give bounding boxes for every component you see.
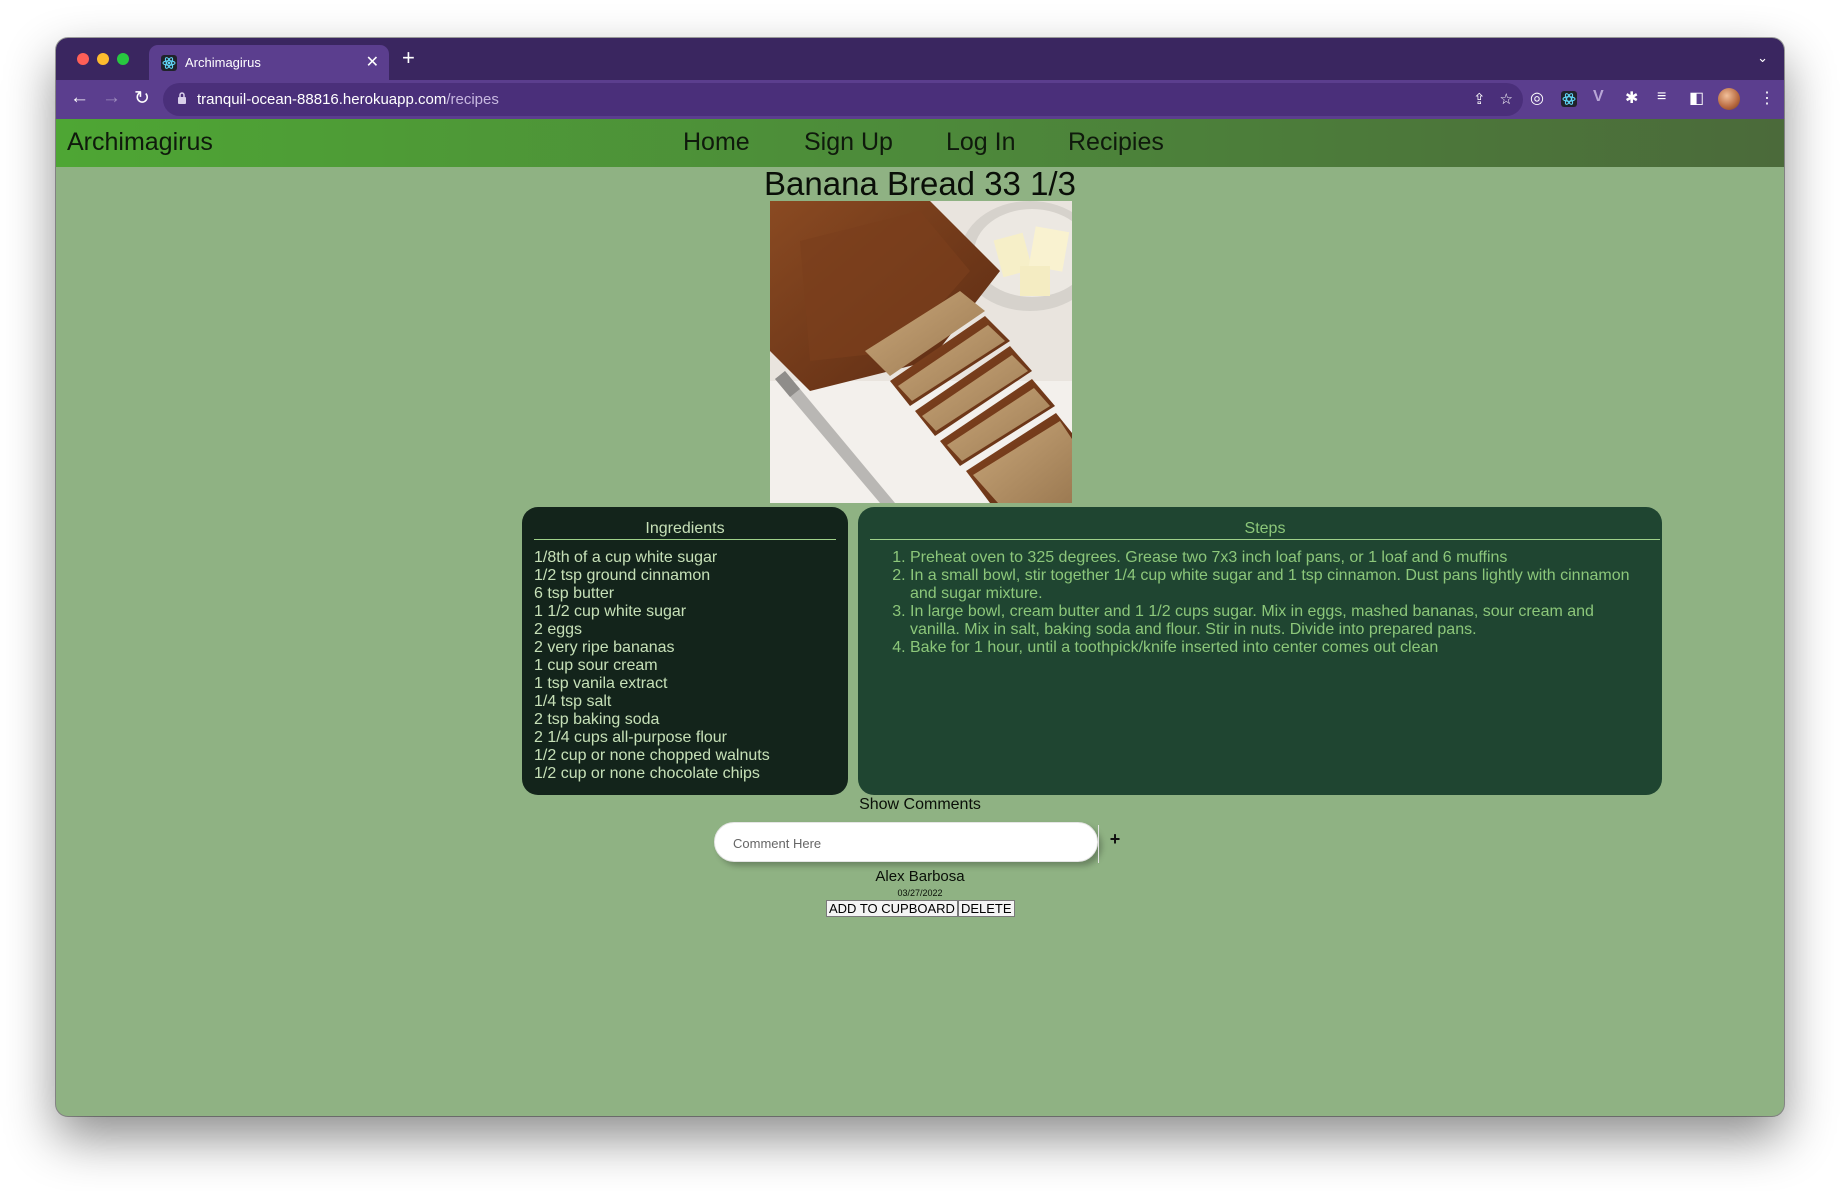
- reading-list-icon[interactable]: ≡: [1657, 88, 1666, 106]
- recipe-author: Alex Barbosa: [875, 868, 965, 885]
- ingredient-item: 1/2 cup or none chopped walnuts: [534, 747, 770, 764]
- recipe-date: 03/27/2022: [897, 888, 943, 898]
- ingredient-item: 2 1/4 cups all-purpose flour: [534, 729, 727, 746]
- tab-bar: Archimagirus ✕ + ⌄: [56, 38, 1784, 80]
- recipe-actions: ADD TO CUPBOARD DELETE: [826, 900, 1015, 917]
- address-bar[interactable]: tranquil-ocean-88816.herokuapp.com/recip…: [163, 83, 1523, 116]
- browser-menu-icon[interactable]: ⋮: [1759, 88, 1775, 108]
- step-item: In a small bowl, stir together 1/4 cup w…: [910, 567, 1634, 603]
- nav-recipes-link[interactable]: Recipies: [1068, 128, 1164, 157]
- show-comments-toggle[interactable]: Show Comments: [56, 796, 1784, 814]
- bookmark-star-icon[interactable]: ☆: [1500, 90, 1513, 108]
- react-devtools-icon[interactable]: [1561, 91, 1577, 107]
- maximize-window-button[interactable]: [117, 53, 129, 65]
- recipe-photo: [770, 201, 1072, 503]
- share-icon[interactable]: ⇪: [1473, 90, 1486, 108]
- ingredient-item: 1/2 tsp ground cinnamon: [534, 567, 711, 584]
- react-favicon-icon: [161, 55, 177, 71]
- extensions-puzzle-icon[interactable]: ✱: [1625, 88, 1638, 108]
- ingredient-item: 1/8th of a cup white sugar: [534, 549, 718, 566]
- steps-card: Steps Preheat oven to 325 degrees. Greas…: [858, 507, 1662, 795]
- step-item: In large bowl, cream butter and 1 1/2 cu…: [910, 603, 1634, 639]
- ingredient-item: 2 tsp baking soda: [534, 711, 660, 728]
- add-comment-button[interactable]: +: [1101, 829, 1129, 857]
- step-item: Preheat oven to 325 degrees. Grease two …: [910, 549, 1634, 567]
- ingredients-heading: Ingredients: [534, 520, 836, 540]
- url-path: /recipes: [446, 91, 499, 108]
- side-panel-icon[interactable]: ◧: [1689, 88, 1704, 108]
- browser-toolbar: ← → ↻ tranquil-ocean-88816.herokuapp.com…: [56, 80, 1784, 119]
- url-host: tranquil-ocean-88816.herokuapp.com: [197, 91, 447, 108]
- ingredient-item: 1/2 cup or none chocolate chips: [534, 765, 760, 782]
- delete-button[interactable]: DELETE: [957, 900, 1015, 917]
- tab-search-chevron-icon[interactable]: ⌄: [1757, 50, 1768, 66]
- ingredient-item: 1 tsp vanila extract: [534, 675, 668, 692]
- new-tab-icon[interactable]: +: [402, 45, 415, 71]
- comment-divider: [1098, 825, 1099, 863]
- ingredients-card: Ingredients 1/8th of a cup white sugar 1…: [522, 507, 848, 795]
- comment-form: +: [714, 822, 1120, 863]
- ingredient-item: 2 eggs: [534, 621, 583, 638]
- comment-input[interactable]: [733, 833, 1033, 853]
- nav-login-link[interactable]: Log In: [946, 128, 1016, 157]
- ingredient-item: 1 1/2 cup white sugar: [534, 603, 687, 620]
- profile-avatar[interactable]: [1718, 88, 1740, 110]
- ingredient-item: 6 tsp butter: [534, 585, 615, 602]
- recipe-title: Banana Bread 33 1/3: [764, 165, 1076, 202]
- steps-heading: Steps: [870, 520, 1660, 540]
- site-brand[interactable]: Archimagirus: [67, 128, 213, 157]
- minimize-window-button[interactable]: [97, 53, 109, 65]
- browser-tab[interactable]: Archimagirus ✕: [149, 45, 389, 80]
- ingredient-item: 1 cup sour cream: [534, 657, 658, 674]
- add-to-cupboard-button[interactable]: ADD TO CUPBOARD: [826, 900, 958, 917]
- vue-devtools-icon[interactable]: V: [1593, 88, 1604, 106]
- nav-home-link[interactable]: Home: [683, 128, 750, 157]
- tab-close-icon[interactable]: ✕: [366, 52, 379, 72]
- ingredient-item: 1/4 tsp salt: [534, 693, 612, 710]
- back-arrow-icon[interactable]: ←: [70, 87, 89, 109]
- window-controls: [77, 53, 129, 65]
- extension-target-icon[interactable]: ◎: [1530, 88, 1544, 108]
- step-item: Bake for 1 hour, until a toothpick/knife…: [910, 639, 1634, 657]
- tab-title: Archimagirus: [185, 55, 261, 70]
- site-navbar: Archimagirus Home Sign Up Log In Recipie…: [56, 119, 1784, 167]
- browser-window: Archimagirus ✕ + ⌄ ← → ↻ tranquil-ocean-…: [56, 38, 1784, 1116]
- address-actions: ⇪ ☆: [1473, 90, 1513, 108]
- close-window-button[interactable]: [77, 53, 89, 65]
- ingredients-list: 1/8th of a cup white sugar 1/2 tsp groun…: [534, 549, 770, 783]
- url-text: tranquil-ocean-88816.herokuapp.com/recip…: [197, 91, 499, 108]
- ingredient-item: 2 very ripe bananas: [534, 639, 675, 656]
- lock-icon: [178, 92, 186, 104]
- forward-arrow-icon[interactable]: →: [102, 87, 121, 109]
- steps-list: Preheat oven to 325 degrees. Grease two …: [910, 549, 1634, 657]
- reload-icon[interactable]: ↻: [134, 87, 150, 110]
- nav-signup-link[interactable]: Sign Up: [804, 128, 893, 157]
